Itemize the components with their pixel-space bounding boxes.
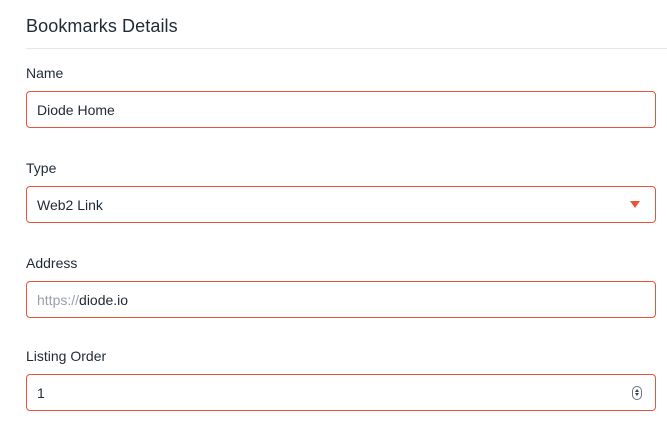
name-input-box[interactable] (26, 91, 656, 128)
bookmark-details-panel: Bookmarks Details Name Type Web2 Link Ad… (0, 0, 667, 426)
listing-order-field-group: Listing Order (26, 347, 656, 411)
name-field-group: Name (26, 64, 656, 128)
listing-order-input-box[interactable] (26, 374, 656, 411)
section-title: Bookmarks Details (26, 16, 178, 36)
address-input-box[interactable]: https:// (26, 281, 656, 318)
stepper-down-icon[interactable] (635, 393, 639, 396)
address-prefix: https:// (37, 291, 80, 308)
type-field-group: Type Web2 Link (26, 159, 656, 223)
caret-down-icon[interactable] (630, 201, 640, 208)
listing-order-label: Listing Order (26, 348, 107, 364)
address-label: Address (26, 255, 78, 271)
type-select[interactable]: Web2 Link (26, 186, 656, 223)
name-input[interactable] (37, 101, 645, 118)
address-field-group: Address https:// (26, 254, 656, 318)
address-input[interactable] (79, 291, 645, 308)
stepper-icon[interactable] (632, 385, 642, 400)
stepper-up-icon[interactable] (635, 389, 639, 392)
type-label: Type (26, 160, 57, 176)
name-label: Name (26, 65, 64, 81)
section-divider (26, 48, 667, 49)
listing-order-input[interactable] (37, 384, 632, 401)
type-selected-value: Web2 Link (37, 196, 103, 213)
